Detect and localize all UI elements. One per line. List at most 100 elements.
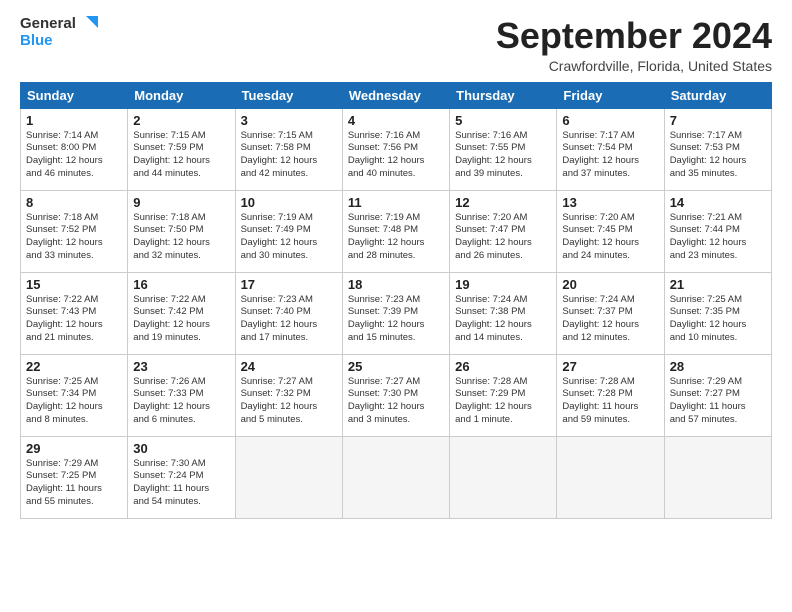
table-row (450, 436, 557, 518)
day-info: Sunrise: 7:29 AMSunset: 7:27 PMDaylight:… (670, 376, 766, 427)
day-info: Sunrise: 7:24 AMSunset: 7:38 PMDaylight:… (455, 294, 551, 345)
col-saturday: Saturday (664, 82, 771, 108)
table-row (664, 436, 771, 518)
table-row: 21 Sunrise: 7:25 AMSunset: 7:35 PMDaylig… (664, 272, 771, 354)
table-row: 11 Sunrise: 7:19 AMSunset: 7:48 PMDaylig… (342, 190, 449, 272)
table-row: 2 Sunrise: 7:15 AMSunset: 7:59 PMDayligh… (128, 108, 235, 190)
day-info: Sunrise: 7:26 AMSunset: 7:33 PMDaylight:… (133, 376, 229, 427)
day-info: Sunrise: 7:23 AMSunset: 7:39 PMDaylight:… (348, 294, 444, 345)
page: General Blue September 2024 Crawfordvill… (0, 0, 792, 612)
day-info: Sunrise: 7:19 AMSunset: 7:49 PMDaylight:… (241, 212, 337, 263)
day-info: Sunrise: 7:14 AMSunset: 8:00 PMDaylight:… (26, 130, 122, 181)
month-title: September 2024 (496, 16, 772, 56)
day-number: 20 (562, 277, 658, 292)
day-number: 18 (348, 277, 444, 292)
table-row: 9 Sunrise: 7:18 AMSunset: 7:50 PMDayligh… (128, 190, 235, 272)
col-thursday: Thursday (450, 82, 557, 108)
table-row: 7 Sunrise: 7:17 AMSunset: 7:53 PMDayligh… (664, 108, 771, 190)
day-number: 5 (455, 113, 551, 128)
table-row: 19 Sunrise: 7:24 AMSunset: 7:38 PMDaylig… (450, 272, 557, 354)
day-info: Sunrise: 7:17 AMSunset: 7:53 PMDaylight:… (670, 130, 766, 181)
day-number: 27 (562, 359, 658, 374)
table-row: 25 Sunrise: 7:27 AMSunset: 7:30 PMDaylig… (342, 354, 449, 436)
day-info: Sunrise: 7:15 AMSunset: 7:59 PMDaylight:… (133, 130, 229, 181)
day-number: 29 (26, 441, 122, 456)
table-row: 1 Sunrise: 7:14 AMSunset: 8:00 PMDayligh… (21, 108, 128, 190)
table-row: 10 Sunrise: 7:19 AMSunset: 7:49 PMDaylig… (235, 190, 342, 272)
table-row (557, 436, 664, 518)
day-info: Sunrise: 7:25 AMSunset: 7:35 PMDaylight:… (670, 294, 766, 345)
day-info: Sunrise: 7:29 AMSunset: 7:25 PMDaylight:… (26, 458, 122, 509)
calendar: Sunday Monday Tuesday Wednesday Thursday… (20, 82, 772, 519)
day-number: 7 (670, 113, 766, 128)
calendar-week-row: 15 Sunrise: 7:22 AMSunset: 7:43 PMDaylig… (21, 272, 772, 354)
day-info: Sunrise: 7:27 AMSunset: 7:32 PMDaylight:… (241, 376, 337, 427)
table-row: 8 Sunrise: 7:18 AMSunset: 7:52 PMDayligh… (21, 190, 128, 272)
day-number: 16 (133, 277, 229, 292)
day-number: 23 (133, 359, 229, 374)
header: General Blue September 2024 Crawfordvill… (20, 16, 772, 74)
day-number: 13 (562, 195, 658, 210)
table-row: 17 Sunrise: 7:23 AMSunset: 7:40 PMDaylig… (235, 272, 342, 354)
day-number: 21 (670, 277, 766, 292)
table-row: 23 Sunrise: 7:26 AMSunset: 7:33 PMDaylig… (128, 354, 235, 436)
col-friday: Friday (557, 82, 664, 108)
table-row: 15 Sunrise: 7:22 AMSunset: 7:43 PMDaylig… (21, 272, 128, 354)
day-number: 3 (241, 113, 337, 128)
day-number: 14 (670, 195, 766, 210)
calendar-week-row: 8 Sunrise: 7:18 AMSunset: 7:52 PMDayligh… (21, 190, 772, 272)
table-row: 29 Sunrise: 7:29 AMSunset: 7:25 PMDaylig… (21, 436, 128, 518)
location: Crawfordville, Florida, United States (496, 58, 772, 74)
day-info: Sunrise: 7:22 AMSunset: 7:43 PMDaylight:… (26, 294, 122, 345)
day-info: Sunrise: 7:16 AMSunset: 7:55 PMDaylight:… (455, 130, 551, 181)
table-row: 28 Sunrise: 7:29 AMSunset: 7:27 PMDaylig… (664, 354, 771, 436)
day-info: Sunrise: 7:15 AMSunset: 7:58 PMDaylight:… (241, 130, 337, 181)
day-number: 30 (133, 441, 229, 456)
day-info: Sunrise: 7:19 AMSunset: 7:48 PMDaylight:… (348, 212, 444, 263)
day-number: 17 (241, 277, 337, 292)
day-number: 19 (455, 277, 551, 292)
day-info: Sunrise: 7:25 AMSunset: 7:34 PMDaylight:… (26, 376, 122, 427)
logo-text-blue: Blue (20, 33, 53, 50)
table-row: 14 Sunrise: 7:21 AMSunset: 7:44 PMDaylig… (664, 190, 771, 272)
calendar-week-row: 22 Sunrise: 7:25 AMSunset: 7:34 PMDaylig… (21, 354, 772, 436)
day-number: 9 (133, 195, 229, 210)
day-number: 6 (562, 113, 658, 128)
table-row: 30 Sunrise: 7:30 AMSunset: 7:24 PMDaylig… (128, 436, 235, 518)
table-row: 22 Sunrise: 7:25 AMSunset: 7:34 PMDaylig… (21, 354, 128, 436)
day-info: Sunrise: 7:27 AMSunset: 7:30 PMDaylight:… (348, 376, 444, 427)
table-row: 6 Sunrise: 7:17 AMSunset: 7:54 PMDayligh… (557, 108, 664, 190)
day-number: 4 (348, 113, 444, 128)
day-number: 1 (26, 113, 122, 128)
table-row: 24 Sunrise: 7:27 AMSunset: 7:32 PMDaylig… (235, 354, 342, 436)
day-number: 26 (455, 359, 551, 374)
logo-arrow-icon (78, 16, 98, 36)
table-row: 27 Sunrise: 7:28 AMSunset: 7:28 PMDaylig… (557, 354, 664, 436)
col-monday: Monday (128, 82, 235, 108)
table-row: 20 Sunrise: 7:24 AMSunset: 7:37 PMDaylig… (557, 272, 664, 354)
table-row: 26 Sunrise: 7:28 AMSunset: 7:29 PMDaylig… (450, 354, 557, 436)
col-wednesday: Wednesday (342, 82, 449, 108)
day-number: 2 (133, 113, 229, 128)
title-block: September 2024 Crawfordville, Florida, U… (496, 16, 772, 74)
day-info: Sunrise: 7:17 AMSunset: 7:54 PMDaylight:… (562, 130, 658, 181)
day-info: Sunrise: 7:28 AMSunset: 7:28 PMDaylight:… (562, 376, 658, 427)
table-row: 5 Sunrise: 7:16 AMSunset: 7:55 PMDayligh… (450, 108, 557, 190)
table-row: 4 Sunrise: 7:16 AMSunset: 7:56 PMDayligh… (342, 108, 449, 190)
table-row (235, 436, 342, 518)
day-number: 12 (455, 195, 551, 210)
day-info: Sunrise: 7:18 AMSunset: 7:50 PMDaylight:… (133, 212, 229, 263)
day-number: 22 (26, 359, 122, 374)
day-info: Sunrise: 7:30 AMSunset: 7:24 PMDaylight:… (133, 458, 229, 509)
table-row: 12 Sunrise: 7:20 AMSunset: 7:47 PMDaylig… (450, 190, 557, 272)
logo: General Blue (20, 16, 98, 49)
day-info: Sunrise: 7:16 AMSunset: 7:56 PMDaylight:… (348, 130, 444, 181)
day-number: 28 (670, 359, 766, 374)
day-info: Sunrise: 7:21 AMSunset: 7:44 PMDaylight:… (670, 212, 766, 263)
day-number: 10 (241, 195, 337, 210)
day-number: 15 (26, 277, 122, 292)
table-row (342, 436, 449, 518)
col-sunday: Sunday (21, 82, 128, 108)
day-info: Sunrise: 7:20 AMSunset: 7:47 PMDaylight:… (455, 212, 551, 263)
day-info: Sunrise: 7:24 AMSunset: 7:37 PMDaylight:… (562, 294, 658, 345)
